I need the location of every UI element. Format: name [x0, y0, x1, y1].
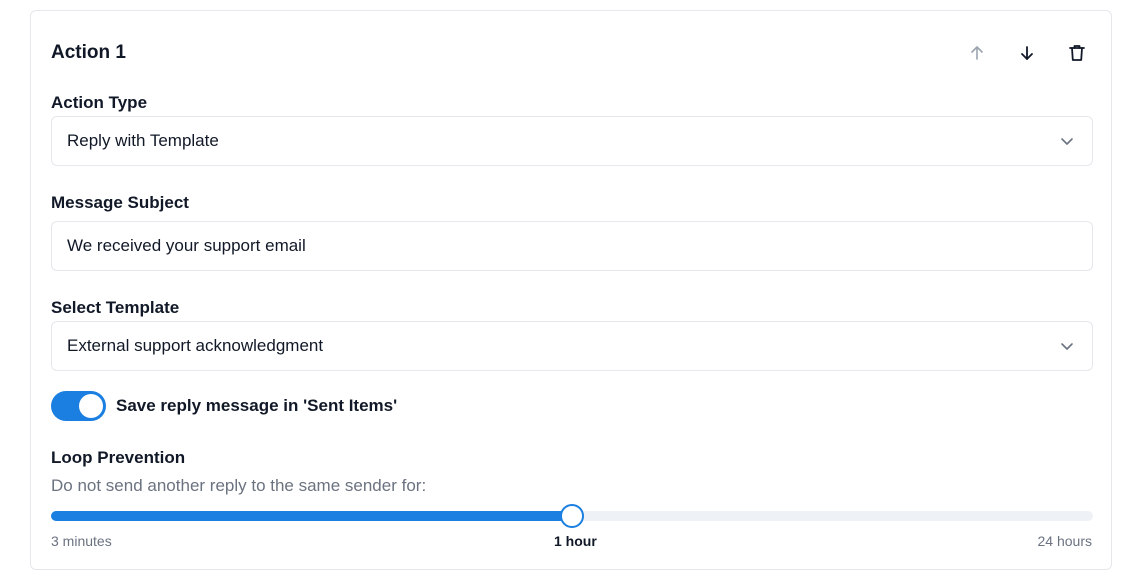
arrow-down-icon	[1021, 46, 1033, 60]
loop-prevention-label: Loop Prevention	[51, 448, 186, 467]
slider-current-label: 1 hour	[554, 533, 597, 549]
slider-max-label: 24 hours	[1037, 533, 1092, 549]
action-type-value: Reply with Template	[67, 131, 219, 150]
message-subject-input[interactable]	[67, 236, 1041, 256]
slider-fill	[51, 511, 572, 521]
chevron-down-icon	[1061, 343, 1073, 350]
delete-button[interactable]	[1065, 41, 1089, 65]
move-up-button[interactable]	[965, 41, 989, 65]
message-subject-field[interactable]	[51, 221, 1093, 271]
trash-icon	[1069, 45, 1085, 61]
action-type-label: Action Type	[51, 93, 148, 112]
slider-thumb[interactable]	[560, 504, 584, 528]
template-select[interactable]: External support acknowledgment	[51, 321, 1093, 371]
select-template-label: Select Template	[51, 298, 180, 317]
save-reply-label: Save reply message in 'Sent Items'	[116, 396, 398, 415]
action-title: Action 1	[51, 42, 126, 63]
action-toolbar	[965, 41, 1089, 65]
save-reply-row: Save reply message in 'Sent Items'	[51, 391, 397, 421]
move-down-button[interactable]	[1015, 41, 1039, 65]
arrow-up-icon	[971, 46, 983, 60]
action-card: Action 1 Action Type Reply with Template	[30, 10, 1112, 570]
slider-min-label: 3 minutes	[51, 533, 112, 549]
loop-prevention-slider[interactable]	[51, 504, 1093, 528]
save-reply-toggle[interactable]	[51, 391, 106, 421]
toggle-knob	[79, 394, 103, 418]
loop-prevention-description: Do not send another reply to the same se…	[51, 476, 427, 495]
message-subject-label: Message Subject	[51, 193, 189, 212]
action-type-select[interactable]: Reply with Template	[51, 116, 1093, 166]
chevron-down-icon	[1061, 138, 1073, 145]
template-value: External support acknowledgment	[67, 336, 324, 355]
